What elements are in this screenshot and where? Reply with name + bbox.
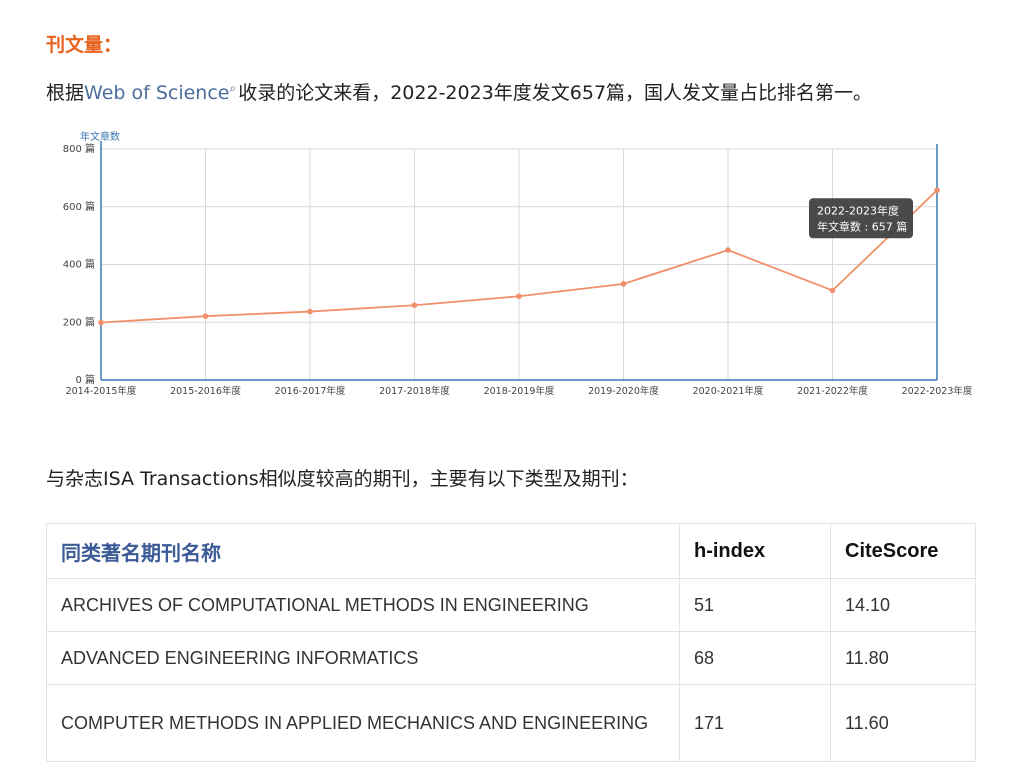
y-tick-label: 600 篇 [63, 200, 95, 213]
data-point [307, 308, 313, 315]
table-row: ARCHIVES OF COMPUTATIONAL METHODS IN ENG… [46, 578, 976, 632]
intro-prefix: 根据 [46, 82, 85, 104]
journal-citescore: 14.10 [830, 578, 976, 632]
web-of-science-link[interactable]: Web of Science [84, 82, 229, 104]
x-tick-label: 2021-2022年度 [797, 385, 868, 397]
data-point [829, 287, 836, 294]
section-title: 刊文量： [46, 34, 123, 56]
search-icon[interactable]: ⌕ [229, 81, 236, 95]
y-tick-label: 0 篇 [75, 373, 95, 386]
data-point [411, 302, 418, 309]
data-point [620, 281, 627, 287]
intro-paragraph: 根据Web of Science⌕ 收录的论文来看，2022-2023年度发文65… [46, 78, 872, 105]
tooltip-value: 年文章数 : 657 篇 [817, 219, 907, 233]
x-tick-label: 2014-2015年度 [66, 385, 137, 397]
y-tick-label: 400 篇 [63, 258, 95, 271]
y-tick-label: 200 篇 [63, 315, 95, 328]
data-point [934, 187, 940, 194]
x-tick-label: 2015-2016年度 [170, 385, 241, 397]
table-row: COMPUTER METHODS IN APPLIED MECHANICS AN… [46, 684, 976, 762]
journal-name: ADVANCED ENGINEERING INFORMATICS [46, 631, 680, 685]
x-tick-label: 2022-2023年度 [902, 385, 973, 397]
x-tick-label: 2018-2019年度 [484, 385, 555, 397]
journal-h-index: 51 [679, 578, 831, 632]
header-citescore: CiteScore [830, 523, 976, 579]
data-point [202, 313, 209, 319]
data-point [725, 247, 731, 253]
intro-suffix: 收录的论文来看，2022-2023年度发文657篇，国人发文量占比排名第一。 [238, 82, 873, 104]
journal-h-index: 68 [679, 631, 831, 685]
data-point [98, 319, 104, 326]
table-header-row: 同类著名期刊名称 h-index CiteScore [46, 523, 976, 579]
header-journal-name: 同类著名期刊名称 [46, 523, 680, 579]
header-h-index: h-index [679, 523, 831, 579]
y-axis-label: 年文章数 [80, 130, 120, 143]
articles-per-year-chart: 年文章数 0 篇 200 篇 400 篇 600 篇 800 篇 2014-2015年度 20… [40, 122, 1000, 412]
similar-journals-intro: 与杂志ISA Transactions相似度较高的期刊，主要有以下类型及期刊： [46, 468, 639, 490]
journal-name: COMPUTER METHODS IN APPLIED MECHANICS AN… [46, 684, 680, 762]
y-tick-label: 800 篇 [63, 142, 95, 155]
journal-citescore: 11.80 [830, 631, 976, 685]
line-chart-svg: 年文章数 0 篇 200 篇 400 篇 600 篇 800 篇 2014-2015年度 20… [63, 130, 973, 397]
tooltip-title: 2022-2023年度 [817, 203, 899, 217]
x-tick-label: 2020-2021年度 [693, 385, 764, 397]
x-tick-label: 2017-2018年度 [379, 385, 450, 397]
x-tick-label: 2016-2017年度 [275, 385, 346, 397]
x-tick-label: 2019-2020年度 [588, 385, 659, 397]
journal-h-index: 171 [679, 684, 831, 762]
journal-name: ARCHIVES OF COMPUTATIONAL METHODS IN ENG… [46, 578, 680, 632]
journal-citescore: 11.60 [830, 684, 976, 762]
similar-journals-table: 同类著名期刊名称 h-index CiteScore ARCHIVES OF C… [46, 523, 976, 762]
table-row: ADVANCED ENGINEERING INFORMATICS 68 11.8… [46, 631, 976, 685]
data-point [516, 293, 522, 300]
